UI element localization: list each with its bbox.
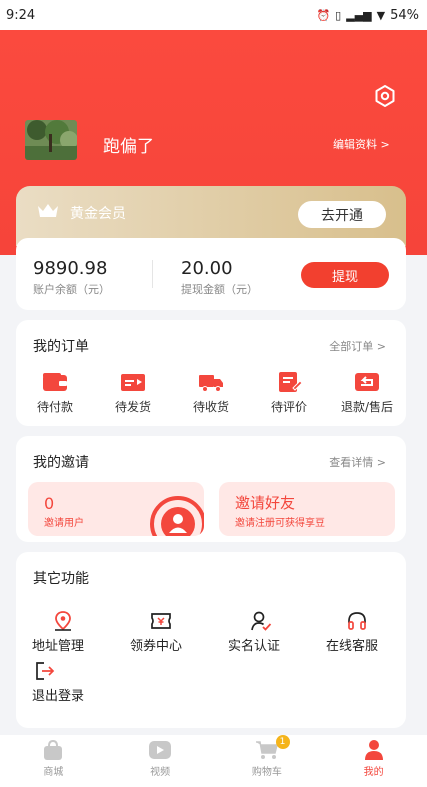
tab-mine[interactable]: 我的 xyxy=(320,735,427,787)
withdraw-amount-value: 20.00 xyxy=(181,258,233,279)
signal-icon: ▂▄▆ xyxy=(346,8,372,22)
all-orders-link[interactable]: 全部订单 > xyxy=(329,338,386,354)
real-name-verification[interactable]: 实名认证 xyxy=(228,610,280,654)
tab-label: 视频 xyxy=(150,767,171,778)
tab-label: 商城 xyxy=(43,767,64,778)
status-time: 9:24 xyxy=(6,7,36,23)
function-label: 地址管理 xyxy=(32,639,85,654)
function-label: 实名认证 xyxy=(228,639,281,654)
coupon-center[interactable]: 领券中心 xyxy=(130,610,182,654)
edit-profile-link[interactable]: 编辑资料 > xyxy=(333,136,390,152)
account-balance-label: 账户余额（元） xyxy=(33,283,110,296)
cart-count-badge: 1 xyxy=(275,735,290,749)
crown-icon xyxy=(36,202,60,224)
function-label: 领券中心 xyxy=(130,639,183,654)
invite-card: 我的邀请 查看详情 > 0 邀请用户 邀请好友 邀请注册可获得享豆 xyxy=(16,436,406,542)
tab-video[interactable]: 视频 xyxy=(107,735,214,787)
truck-icon xyxy=(199,375,223,392)
logout-icon xyxy=(36,662,55,680)
order-item-label: 待收货 xyxy=(192,400,229,414)
order-refund-aftersale[interactable]: 退款/售后 xyxy=(328,370,406,415)
account-balance-value: 9890.98 xyxy=(33,258,108,279)
member-card: 黄金会员 去开通 xyxy=(16,186,406,246)
headset-icon xyxy=(348,612,366,630)
user-icon xyxy=(364,740,383,760)
order-pending-receipt[interactable]: 待收货 xyxy=(172,370,250,415)
open-membership-button[interactable]: 去开通 xyxy=(298,201,386,228)
tab-shop[interactable]: 商城 xyxy=(0,735,107,787)
address-management[interactable]: 地址管理 xyxy=(32,610,84,654)
invite-user-icon xyxy=(150,496,204,536)
status-bar: 9:24 ⏰ ▯ ▂▄▆ ▼ 54% xyxy=(0,0,427,30)
invite-title: 我的邀请 xyxy=(33,455,89,471)
avatar[interactable] xyxy=(25,120,77,160)
orders-title: 我的订单 xyxy=(33,339,89,355)
order-item-label: 待付款 xyxy=(36,400,73,414)
settings-icon[interactable] xyxy=(373,84,397,108)
tab-label: 我的 xyxy=(363,767,384,778)
other-functions-card: 其它功能 地址管理 领券中心 实名认证 在线客服 退出登录 xyxy=(16,552,406,728)
order-item-label: 退款/售后 xyxy=(340,400,394,414)
function-label: 退出登录 xyxy=(32,689,85,704)
location-icon xyxy=(55,611,71,631)
vibrate-icon: ▯ xyxy=(335,8,342,22)
tab-cart[interactable]: 1 购物车 xyxy=(214,735,321,787)
bottom-tab-bar: 商城 视频 1 购物车 我的 xyxy=(0,735,427,787)
invited-users-label: 邀请用户 xyxy=(44,518,84,529)
orders-card: 我的订单 全部订单 > 待付款 待发货 待收货 待评价 退款/售后 xyxy=(16,320,406,426)
invited-users-count: 0 xyxy=(44,494,55,513)
video-icon xyxy=(149,741,172,759)
invite-friends-box[interactable]: 邀请好友 邀请注册可获得享豆 xyxy=(219,482,395,536)
withdraw-amount: 20.00 提现金额（元） xyxy=(181,258,258,297)
invited-users-box[interactable]: 0 邀请用户 xyxy=(28,482,204,536)
return-icon xyxy=(355,373,379,391)
order-pending-payment[interactable]: 待付款 xyxy=(16,370,94,415)
order-pending-review[interactable]: 待评价 xyxy=(250,370,328,415)
edit-note-icon xyxy=(279,372,303,392)
tab-label: 购物车 xyxy=(251,767,282,778)
card-send-icon xyxy=(121,374,145,391)
balance-card: 9890.98 账户余额（元） 20.00 提现金额（元） 提现 xyxy=(16,238,406,310)
order-item-label: 待评价 xyxy=(270,400,307,414)
order-status-row: 待付款 待发货 待收货 待评价 退款/售后 xyxy=(16,370,406,415)
invite-detail-link[interactable]: 查看详情 > xyxy=(329,454,386,470)
online-customer-service[interactable]: 在线客服 xyxy=(326,610,378,654)
shop-bag-icon xyxy=(44,739,63,760)
logout[interactable]: 退出登录 xyxy=(32,660,84,704)
withdraw-amount-label: 提现金额（元） xyxy=(181,283,258,296)
coupon-icon xyxy=(151,613,171,629)
verify-user-icon xyxy=(251,611,272,631)
divider xyxy=(152,260,153,288)
other-functions-title: 其它功能 xyxy=(33,571,89,587)
wallet-icon xyxy=(43,373,67,391)
battery-level: 54% xyxy=(390,7,419,23)
alarm-icon: ⏰ xyxy=(316,8,331,22)
invite-friends-title: 邀请好友 xyxy=(235,494,296,512)
invite-friends-subtitle: 邀请注册可获得享豆 xyxy=(235,518,325,529)
withdraw-button[interactable]: 提现 xyxy=(301,262,389,288)
username: 跑偏了 xyxy=(103,137,154,157)
wifi-icon: ▼ xyxy=(376,8,386,22)
function-label: 在线客服 xyxy=(326,639,379,654)
member-title: 黄金会员 xyxy=(70,206,126,222)
order-item-label: 待发货 xyxy=(114,400,151,414)
status-icons: ⏰ ▯ ▂▄▆ ▼ 54% xyxy=(316,8,419,23)
account-balance: 9890.98 账户余额（元） xyxy=(33,258,110,297)
order-pending-shipment[interactable]: 待发货 xyxy=(94,370,172,415)
